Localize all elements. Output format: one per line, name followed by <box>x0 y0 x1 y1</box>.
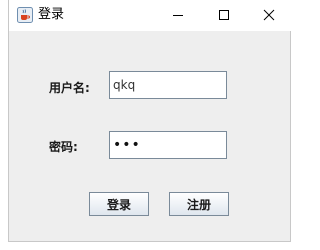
login-button[interactable]: 登录 <box>89 192 149 216</box>
login-window: 登录 用户名: 密码: <box>8 0 292 242</box>
minimize-icon <box>172 6 184 25</box>
register-button[interactable]: 注册 <box>169 192 229 216</box>
close-button[interactable] <box>246 0 292 31</box>
password-label: 密码: <box>49 140 78 154</box>
minimize-button[interactable] <box>155 0 201 31</box>
java-cup-icon <box>17 7 33 23</box>
maximize-button[interactable] <box>201 0 247 31</box>
window-title: 登录 <box>38 7 65 22</box>
password-field[interactable] <box>109 131 227 159</box>
maximize-icon <box>218 6 230 25</box>
close-icon <box>263 6 275 25</box>
username-label: 用户名: <box>49 81 90 95</box>
username-field[interactable] <box>109 71 227 99</box>
title-bar[interactable]: 登录 <box>9 0 292 31</box>
